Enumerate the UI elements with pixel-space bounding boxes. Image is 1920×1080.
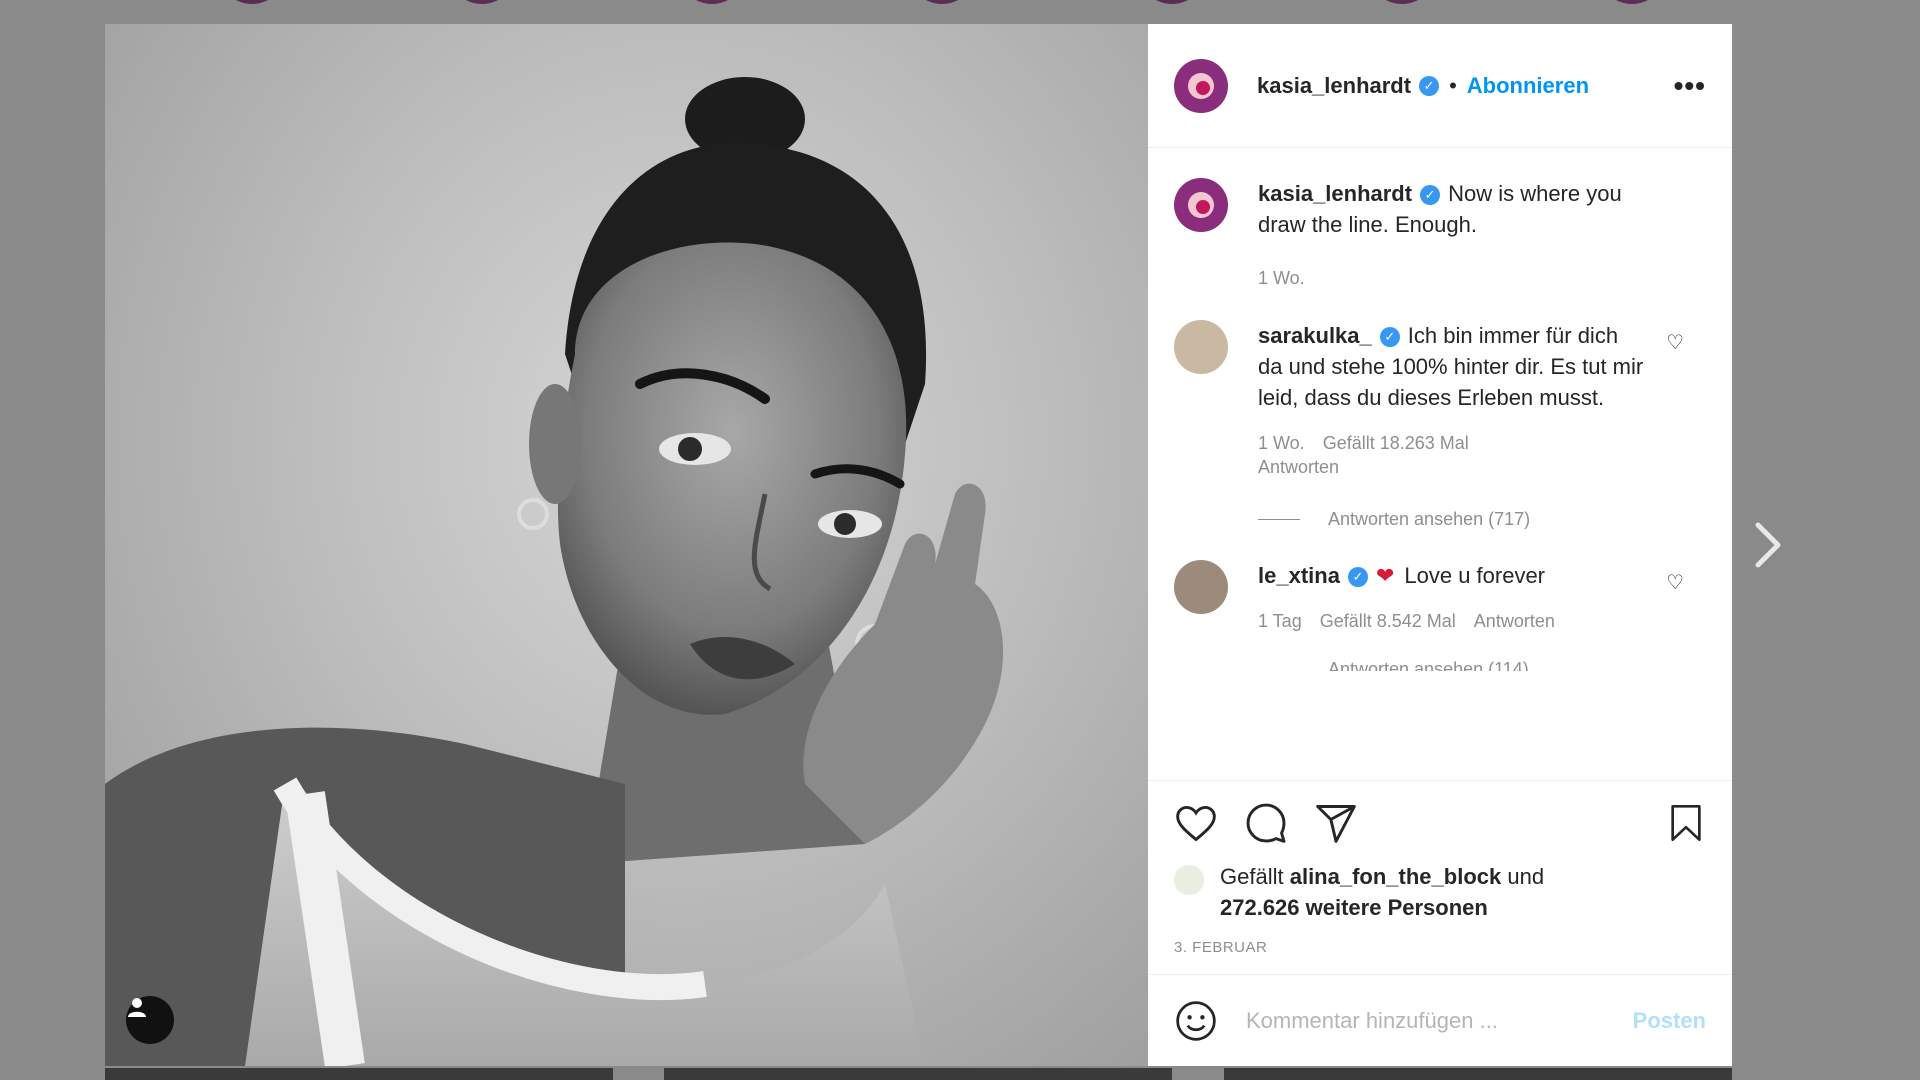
post-date: 3. FEBRUAR xyxy=(1174,939,1268,956)
story-ring xyxy=(1598,0,1666,4)
verified-icon: ✓ xyxy=(1379,327,1400,348)
comment-item: le_xtina ✓ ❤ Love u forever 1 Tag Gefällt 8.… xyxy=(1174,560,1706,633)
view-replies-button[interactable]: Antworten ansehen (114) xyxy=(1258,659,1706,671)
reply-button[interactable]: Antworten xyxy=(1474,611,1555,631)
share-icon[interactable] xyxy=(1314,801,1358,845)
story-ring xyxy=(218,0,286,4)
post-photo[interactable] xyxy=(105,24,1148,1066)
story-ring xyxy=(1138,0,1206,4)
story-ring xyxy=(678,0,746,4)
follow-button[interactable]: Abonnieren xyxy=(1467,73,1589,99)
commenter-username[interactable]: le_xtina xyxy=(1258,563,1340,588)
grid-thumbnail xyxy=(105,1068,613,1080)
view-replies-label: Antworten ansehen (717) xyxy=(1328,509,1531,529)
comment-likes-count[interactable]: Gefällt 8.542 Mal xyxy=(1320,611,1456,631)
post-comment-button[interactable]: Posten xyxy=(1633,1008,1706,1034)
post-actions: Gefällt alina_fon_the_block und 272.626 … xyxy=(1148,780,1732,956)
separator-dot: • xyxy=(1449,72,1457,98)
portrait-illustration xyxy=(105,77,1004,1066)
add-comment-bar: Kommentar hinzufügen ... Posten xyxy=(1148,974,1732,1066)
commenter-avatar[interactable] xyxy=(1174,320,1228,374)
grid-thumbnail xyxy=(664,1068,1172,1080)
comment-text: Love u forever xyxy=(1404,563,1546,588)
liker-avatar[interactable] xyxy=(1174,865,1204,895)
comments-list: kasia_lenhardt ✓ Now is where you draw the… xyxy=(1148,148,1732,780)
caption-username[interactable]: kasia_lenhardt xyxy=(1258,181,1412,206)
caption: kasia_lenhardt ✓ Now is where you draw the… xyxy=(1174,178,1706,290)
comment-icon[interactable] xyxy=(1244,801,1288,845)
story-ring xyxy=(908,0,976,4)
comment-like-heart-icon[interactable]: ♡ xyxy=(1666,570,1684,595)
likes-connector: und xyxy=(1507,864,1545,889)
commenter-username[interactable]: sarakulka_ xyxy=(1258,323,1372,348)
user-tag-button[interactable] xyxy=(126,996,174,1044)
story-ring xyxy=(1368,0,1436,4)
author-username[interactable]: kasia_lenhardt xyxy=(1257,73,1411,99)
user-tag-icon xyxy=(128,998,146,1017)
heart-emoji: ❤ xyxy=(1375,563,1395,588)
liker-username[interactable]: alina_fon_the_block xyxy=(1290,864,1502,889)
post-side-panel: kasia_lenhardt ✓ • Abonnieren ••• kasia_… xyxy=(1148,24,1732,1066)
comment-likes-count[interactable]: Gefällt 18.263 Mal xyxy=(1323,433,1469,453)
comment-time: 1 Tag xyxy=(1258,611,1302,631)
view-replies-button[interactable]: Antworten ansehen (717) xyxy=(1258,509,1706,530)
emoji-icon[interactable] xyxy=(1174,999,1218,1043)
reply-button[interactable]: Antworten xyxy=(1258,457,1339,477)
likes-prefix: Gefällt xyxy=(1220,864,1284,889)
likes-count-link[interactable]: 272.626 weitere Personen xyxy=(1220,895,1488,920)
more-options-icon[interactable]: ••• xyxy=(1674,70,1706,102)
verified-icon: ✓ xyxy=(1347,567,1368,588)
view-replies-label: Antworten ansehen (114) xyxy=(1328,659,1529,671)
comment-like-heart-icon[interactable]: ♡ xyxy=(1666,330,1684,355)
verified-icon: ✓ xyxy=(1420,185,1441,206)
caption-avatar[interactable] xyxy=(1174,178,1228,232)
comment-time: 1 Wo. xyxy=(1258,433,1305,453)
verified-icon: ✓ xyxy=(1419,75,1440,96)
bookmark-icon[interactable] xyxy=(1666,801,1706,845)
likes-summary: Gefällt alina_fon_the_block und 272.626 … xyxy=(1174,861,1706,923)
post-header: kasia_lenhardt ✓ • Abonnieren ••• xyxy=(1148,24,1732,148)
caption-time: 1 Wo. xyxy=(1258,268,1305,288)
heart-icon[interactable] xyxy=(1174,801,1218,845)
comment-input[interactable]: Kommentar hinzufügen ... xyxy=(1246,1008,1633,1034)
action-icons xyxy=(1174,799,1706,847)
replies-divider xyxy=(1258,519,1300,520)
commenter-avatar[interactable] xyxy=(1174,560,1228,614)
post-modal: kasia_lenhardt ✓ • Abonnieren ••• kasia_… xyxy=(105,24,1732,1066)
story-ring xyxy=(448,0,516,4)
next-arrow-icon[interactable] xyxy=(1748,520,1788,570)
author-avatar[interactable] xyxy=(1174,58,1228,113)
grid-thumbnail xyxy=(1224,1068,1732,1080)
comment-item: sarakulka_ ✓ Ich bin immer für dich da und… xyxy=(1174,320,1706,479)
